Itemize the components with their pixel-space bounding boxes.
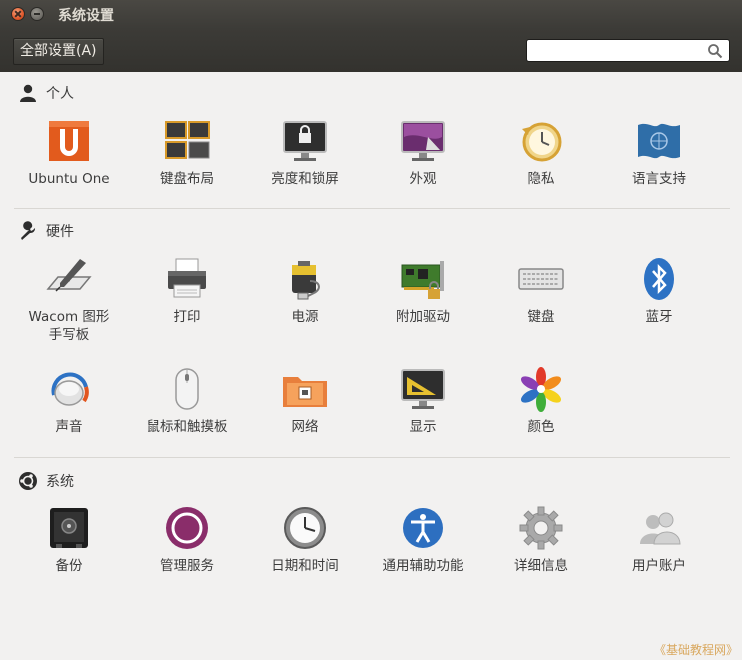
item-label: 打印 [173, 309, 201, 325]
settings-item-manage-services[interactable]: 管理服务 [128, 504, 246, 575]
battery-power-icon [292, 261, 320, 300]
window-title: 系统设置 [58, 8, 114, 24]
settings-item-keyboard[interactable]: 键盘 [482, 255, 600, 326]
item-label: 电源 [291, 309, 319, 325]
sound-knob-icon [51, 372, 89, 406]
section-header-system: 系统 [18, 470, 74, 492]
minimize-window-button[interactable] [30, 7, 44, 21]
item-label: 键盘布局 [160, 171, 214, 187]
services-ring-icon [166, 507, 208, 549]
settings-item-bluetooth[interactable]: 蓝牙 [600, 255, 718, 326]
network-folder-icon [283, 377, 327, 407]
section-header-personal: 个人 [18, 82, 74, 104]
accessibility-icon [403, 508, 443, 548]
item-label: Wacom 图形 手写板 [28, 309, 110, 343]
settings-item-additional-drivers[interactable]: 附加驱动 [364, 255, 482, 326]
section-label-system: 系统 [46, 474, 74, 490]
settings-item-displays[interactable]: 显示 [364, 365, 482, 436]
item-label: 管理服务 [160, 558, 214, 574]
title-bar: 系统设置 [0, 0, 742, 29]
printer-icon [168, 258, 206, 298]
settings-item-power[interactable]: 电源 [246, 255, 364, 326]
item-label: 通用辅助功能 [382, 558, 464, 574]
search-icon [708, 44, 723, 59]
settings-item-wacom-tablet[interactable]: Wacom 图形 手写板 [10, 255, 128, 344]
privacy-clock-icon [522, 122, 562, 162]
section-divider [14, 208, 730, 209]
person-icon [20, 84, 36, 102]
item-label: 键盘 [527, 309, 555, 325]
item-label: 语言支持 [632, 171, 686, 187]
settings-item-details[interactable]: 详细信息 [482, 504, 600, 575]
item-label: 备份 [55, 558, 83, 574]
settings-item-network[interactable]: 网络 [246, 365, 364, 436]
search-input[interactable] [526, 39, 730, 62]
section-label-personal: 个人 [46, 86, 74, 102]
backup-safe-icon [50, 508, 88, 548]
item-label: Ubuntu One [28, 171, 110, 187]
watermark: 《基础教程网》 [653, 643, 738, 657]
settings-content: 个人 Ubuntu One 键盘布局 亮度和锁屏 外观 隐私 语言支持 硬件 W… [0, 72, 742, 660]
monitor-lock-icon [283, 121, 327, 161]
driver-card-icon [401, 261, 444, 299]
settings-item-color[interactable]: 颜色 [482, 365, 600, 436]
language-flag-icon [638, 123, 680, 159]
item-label: 用户账户 [632, 558, 686, 574]
item-label: 详细信息 [514, 558, 568, 574]
item-label: 亮度和锁屏 [271, 171, 339, 187]
item-label: 蓝牙 [645, 309, 673, 325]
settings-item-user-accounts[interactable]: 用户账户 [600, 504, 718, 575]
item-label: 鼠标和触摸板 [146, 419, 228, 435]
color-flower-icon [520, 367, 562, 412]
settings-item-backup[interactable]: 备份 [10, 504, 128, 575]
keyboard-layout-icon [165, 121, 210, 159]
ubuntu-one-icon [49, 121, 89, 161]
bluetooth-icon [644, 258, 674, 300]
mouse-icon [175, 368, 199, 410]
item-label: 网络 [291, 419, 319, 435]
item-label: 声音 [55, 419, 83, 435]
section-header-hardware: 硬件 [18, 220, 74, 242]
item-label: 日期和时间 [271, 558, 339, 574]
item-label: 颜色 [527, 419, 555, 435]
wrench-icon [21, 221, 36, 240]
settings-item-language-support[interactable]: 语言支持 [600, 117, 718, 188]
settings-item-sound[interactable]: 声音 [10, 365, 128, 436]
settings-item-universal-access[interactable]: 通用辅助功能 [364, 504, 482, 575]
users-icon [640, 512, 681, 545]
settings-item-brightness-lock[interactable]: 亮度和锁屏 [246, 117, 364, 188]
settings-item-mouse-touchpad[interactable]: 鼠标和触摸板 [128, 365, 246, 436]
appearance-icon [401, 121, 445, 161]
settings-item-privacy[interactable]: 隐私 [482, 117, 600, 188]
item-label: 外观 [409, 171, 437, 187]
item-label: 隐私 [527, 171, 555, 187]
settings-item-keyboard-layout[interactable]: 键盘布局 [128, 117, 246, 188]
tablet-pen-icon [46, 259, 92, 292]
item-label: 附加驱动 [396, 309, 450, 325]
section-label-hardware: 硬件 [46, 224, 74, 240]
all-settings-button[interactable]: 全部设置(A) [13, 38, 104, 65]
clock-icon [284, 507, 326, 549]
gear-icon [519, 506, 563, 550]
close-window-button[interactable] [11, 7, 25, 21]
settings-item-printing[interactable]: 打印 [128, 255, 246, 326]
settings-item-ubuntu-one[interactable]: Ubuntu One [10, 117, 128, 188]
ubuntu-logo-icon [19, 472, 37, 490]
display-monitor-icon [401, 369, 445, 409]
item-label: 显示 [409, 419, 437, 435]
settings-item-date-time[interactable]: 日期和时间 [246, 504, 364, 575]
keyboard-icon [518, 268, 564, 290]
section-divider [14, 457, 730, 458]
settings-item-appearance[interactable]: 外观 [364, 117, 482, 188]
toolbar: 全部设置(A) [0, 29, 742, 72]
